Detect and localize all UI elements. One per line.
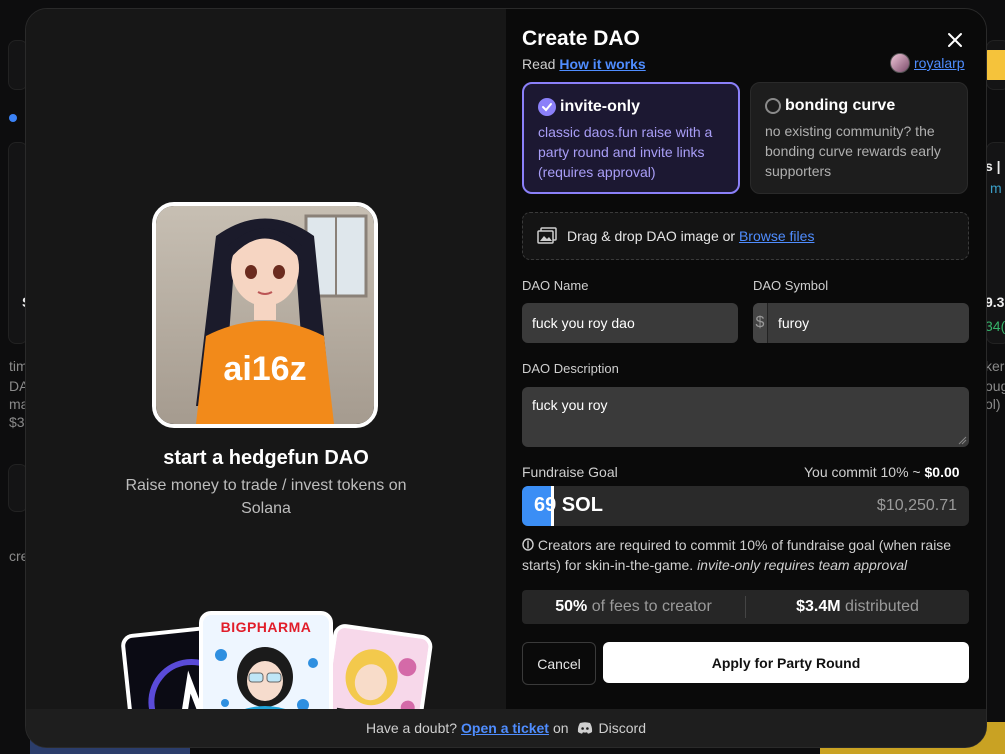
dao-description-input[interactable]: fuck you roy xyxy=(522,387,969,447)
distributed-stat: $3.4M distributed xyxy=(746,598,969,616)
dao-name-label: DAO Name xyxy=(522,278,589,293)
hero-title: start a hedgefun DAO xyxy=(163,447,369,469)
commit-info: You commit 10% ~ $0.00 xyxy=(804,464,960,480)
option-invite-only[interactable]: invite-only classic daos.fun raise with … xyxy=(522,82,740,194)
note-italic: invite-only requires team approval xyxy=(697,557,908,573)
fees-value: 50% xyxy=(555,598,588,615)
discord-icon xyxy=(577,722,592,734)
modal-footer: Have a doubt? Open a ticket on Discord xyxy=(26,709,986,747)
dao-symbol-field: $ xyxy=(753,303,969,343)
commit-prefix: You commit 10% ~ xyxy=(804,464,921,480)
status-dot xyxy=(9,114,17,122)
option-description: classic daos.fun raise with a party roun… xyxy=(538,124,713,180)
description-text: fuck you roy xyxy=(532,397,608,413)
bg-text: s | xyxy=(985,158,1001,174)
footer-prefix: Have a doubt? xyxy=(365,720,458,736)
fees-stat: 50% of fees to creator xyxy=(522,598,745,616)
browse-files-link[interactable]: Browse files xyxy=(739,228,814,244)
creator-commit-note: Creators are required to commit 10% of f… xyxy=(522,535,972,575)
image-dropzone[interactable]: Drag & drop DAO image or Browse files xyxy=(522,212,969,260)
dao-name-input[interactable] xyxy=(522,303,738,343)
open-ticket-link[interactable]: Open a ticket xyxy=(461,720,549,736)
create-dao-modal: ai16z start a hedgefun DAO Raise money t… xyxy=(25,8,987,748)
footer-on: on xyxy=(552,720,569,736)
bg-text: 34( xyxy=(985,318,1005,334)
dao-symbol-input[interactable] xyxy=(768,303,969,343)
user-profile-link[interactable]: royalarp xyxy=(890,53,965,73)
dropzone-text: Drag & drop DAO image or xyxy=(567,228,736,244)
cancel-button[interactable]: Cancel xyxy=(522,642,596,685)
bg-text: oug xyxy=(985,378,1005,394)
bg-yellow-button xyxy=(984,50,1005,80)
bg-text: $3 xyxy=(9,414,25,430)
modal-right-pane: Create DAO Read How it works royalarp in… xyxy=(506,9,986,709)
commit-value: $0.00 xyxy=(924,464,960,480)
close-button[interactable] xyxy=(944,29,966,51)
modal-left-pane: ai16z start a hedgefun DAO Raise money t… xyxy=(26,9,506,747)
distributed-label: distributed xyxy=(845,598,919,615)
image-icon xyxy=(537,227,557,244)
fundraise-goal-slider[interactable]: 69 SOL $10,250.71 xyxy=(522,486,969,526)
fundraise-goal-label: Fundraise Goal xyxy=(522,464,618,480)
goal-usd-value: $10,250.71 xyxy=(876,497,957,514)
how-it-works-line: Read How it works xyxy=(522,56,646,72)
card-title: BIGPHARMA xyxy=(220,619,312,635)
goal-amount: 69 SOL xyxy=(534,494,603,516)
apply-party-round-button[interactable]: Apply for Party Round xyxy=(603,642,969,683)
bg-text: ol) xyxy=(985,396,1001,412)
resize-handle-icon[interactable] xyxy=(957,435,967,445)
read-prefix: Read xyxy=(522,56,556,72)
bg-text: ker xyxy=(985,358,1005,374)
option-bonding-curve[interactable]: bonding curve no existing community? the… xyxy=(750,82,968,194)
how-it-works-link[interactable]: How it works xyxy=(559,56,645,72)
dao-description-label: DAO Description xyxy=(522,361,619,376)
hero-image: ai16z xyxy=(152,202,378,428)
option-description: no existing community? the bonding curve… xyxy=(765,123,941,179)
option-title: invite-only xyxy=(560,98,641,115)
distributed-value: $3.4M xyxy=(796,598,841,615)
hero-subtitle: Raise money to trade / invest tokens on … xyxy=(125,477,407,517)
footer-platform: Discord xyxy=(598,720,647,736)
dao-symbol-label: DAO Symbol xyxy=(753,278,829,293)
avatar xyxy=(890,53,910,73)
radio-checked-icon xyxy=(538,98,556,116)
fees-label: of fees to creator xyxy=(591,598,712,615)
close-icon xyxy=(948,33,962,47)
bg-text: 9.3 xyxy=(985,294,1005,310)
hero-shirt-text: ai16z xyxy=(223,350,306,388)
hero-illustration: ai16z xyxy=(156,206,374,424)
option-title: bonding curve xyxy=(785,97,896,114)
coin-icon xyxy=(522,538,534,551)
bg-text: m xyxy=(990,180,1002,196)
radio-unchecked-icon xyxy=(765,98,781,114)
modal-title: Create DAO xyxy=(522,27,640,50)
stats-bar: 50% of fees to creator $3.4M distributed xyxy=(522,590,969,624)
dollar-icon: $ xyxy=(753,303,768,343)
username: royalarp xyxy=(914,55,965,71)
